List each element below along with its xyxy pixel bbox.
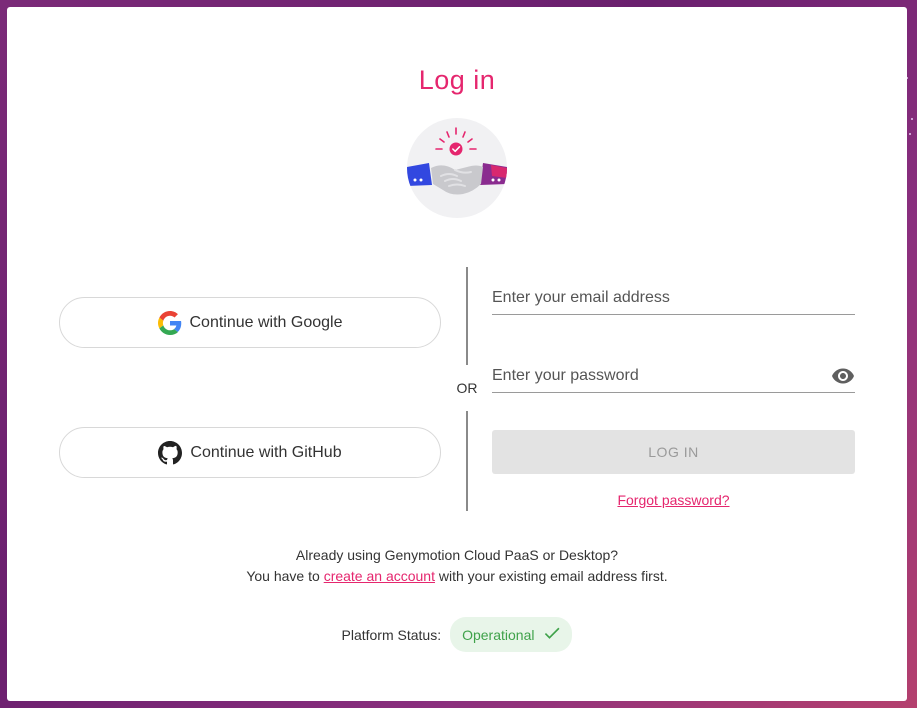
background-dot xyxy=(911,118,913,120)
info-line-1: Already using Genymotion Cloud PaaS or D… xyxy=(295,547,619,563)
login-card: Log in Continue with Google Continue wit… xyxy=(7,7,907,701)
divider-line-top xyxy=(466,267,468,365)
platform-status-label: Platform Status: xyxy=(341,626,442,643)
handshake-illustration xyxy=(407,118,507,218)
github-icon xyxy=(158,440,183,465)
google-button-label: Continue with Google xyxy=(189,313,343,331)
continue-with-google-button[interactable]: Continue with Google xyxy=(59,297,441,348)
continue-with-github-button[interactable]: Continue with GitHub xyxy=(59,427,441,478)
email-field[interactable] xyxy=(492,289,855,307)
forgot-password-link[interactable]: Forgot password? xyxy=(492,492,855,508)
divider-line-bottom xyxy=(466,411,468,511)
google-icon xyxy=(157,310,182,335)
create-account-link[interactable]: create an account xyxy=(324,568,435,584)
eye-icon[interactable] xyxy=(831,364,855,388)
page-title: Log in xyxy=(418,65,496,95)
password-field-container xyxy=(492,353,855,393)
status-badge: Operational xyxy=(450,617,573,652)
login-button[interactable]: LOG IN xyxy=(492,430,855,474)
status-value: Operational xyxy=(462,626,535,643)
check-icon xyxy=(542,623,562,646)
github-button-label: Continue with GitHub xyxy=(190,443,342,461)
info-line-2-suffix: with your existing email address first. xyxy=(438,568,668,584)
password-field[interactable] xyxy=(492,367,812,385)
info-line-2-prefix: You have to xyxy=(246,568,320,584)
account-info: Already using Genymotion Cloud PaaS or D… xyxy=(7,545,907,587)
platform-status: Platform Status: Operational xyxy=(7,617,907,652)
or-separator: OR xyxy=(456,380,478,396)
background-dot xyxy=(909,133,911,135)
login-button-label: LOG IN xyxy=(648,444,699,460)
info-line-2: You have to create an account with your … xyxy=(7,566,907,587)
email-field-container xyxy=(492,275,855,315)
